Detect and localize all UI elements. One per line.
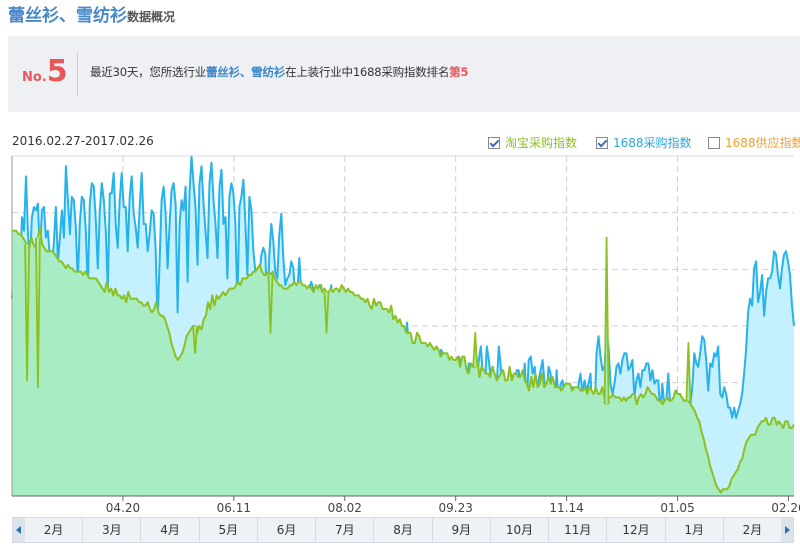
month-label: 2月 <box>742 523 763 537</box>
legend-1688-supply[interactable]: 1688供应指数 <box>708 134 800 151</box>
rank-description: 最近30天，您所选行业蕾丝衫、雪纺衫在上装行业中1688采购指数排名第5 <box>90 64 468 80</box>
x-tick-label: 06.11 <box>217 501 251 514</box>
rank-industry-sep: 、 <box>239 65 252 79</box>
x-tick-label: 11.14 <box>549 501 583 514</box>
checkbox-icon[interactable] <box>488 136 500 149</box>
legend-label: 1688供应指数 <box>725 136 800 150</box>
legend-1688-purchase[interactable]: 1688采购指数 <box>596 134 692 151</box>
series-spike <box>472 331 479 367</box>
rank-divider <box>77 52 78 96</box>
legend-taobao-purchase[interactable]: 淘宝采购指数 <box>488 134 577 151</box>
x-tick-label: 01.05 <box>660 501 694 514</box>
rank-text-mid: 在上装行业中1688采购指数排名 <box>285 65 450 79</box>
month-label: 2月 <box>25 518 84 542</box>
month-label: 5月 <box>200 518 258 542</box>
x-tick-label: 02.26 <box>771 501 800 514</box>
time-navigator[interactable]: 2月 3月 4月 5月 6月 7月 8月 9月 10月 11月 12月 1月 2月 <box>12 517 794 543</box>
month-label: 3月 <box>83 518 142 542</box>
title-suffix: 数据概况 <box>127 10 176 24</box>
month-strip: 2月 3月 4月 5月 6月 7月 8月 9月 10月 11月 12月 1月 2月 <box>25 518 781 542</box>
rank-text-prefix: 最近30天，您所选行业 <box>90 65 206 79</box>
month-label: 11月 <box>549 518 608 542</box>
month-label: 7月 <box>316 518 375 542</box>
date-range: 2016.02.27-2017.02.26 <box>12 134 154 148</box>
rank-value: 第5 <box>449 65 469 79</box>
checkbox-icon[interactable] <box>596 136 608 149</box>
trend-chart: 04.20 06.11 08.02 09.23 11.14 01.05 02.26 <box>11 155 800 514</box>
nav-right-arrow-icon[interactable] <box>781 518 793 542</box>
month-label: 9月 <box>433 518 491 542</box>
month-label: 1月 <box>666 518 724 542</box>
rank-industry-2: 雪纺衫 <box>251 65 286 79</box>
series-spike <box>603 236 610 405</box>
page-title: 蕾丝衫、雪纺衫数据概况 <box>8 4 175 28</box>
rank-industry-1: 蕾丝衫 <box>205 65 240 79</box>
x-tick-label: 09.23 <box>439 501 473 514</box>
rank-summary: No.5 最近30天，您所选行业蕾丝衫、雪纺衫在上装行业中1688采购指数排名第… <box>8 36 800 112</box>
nav-left-arrow-icon[interactable] <box>13 518 25 542</box>
month-label: 4月 <box>141 518 200 542</box>
series-spike <box>685 342 692 401</box>
rank-number: 5 <box>46 54 68 89</box>
x-tick-label: 08.02 <box>328 501 362 514</box>
month-label: 12月 <box>607 518 666 542</box>
legend-label: 1688采购指数 <box>613 136 692 150</box>
rank-no-label: No. <box>22 70 47 85</box>
rank-badge: No.5 <box>22 54 68 89</box>
x-tick-label: 04.20 <box>106 501 140 514</box>
month-label: 8月 <box>374 518 433 542</box>
month-label: 10月 <box>491 518 550 542</box>
checkbox-icon[interactable] <box>708 136 720 149</box>
legend-label: 淘宝采购指数 <box>505 136 578 150</box>
industry-title: 蕾丝衫、雪纺衫 <box>8 6 127 26</box>
month-label: 6月 <box>258 518 317 542</box>
